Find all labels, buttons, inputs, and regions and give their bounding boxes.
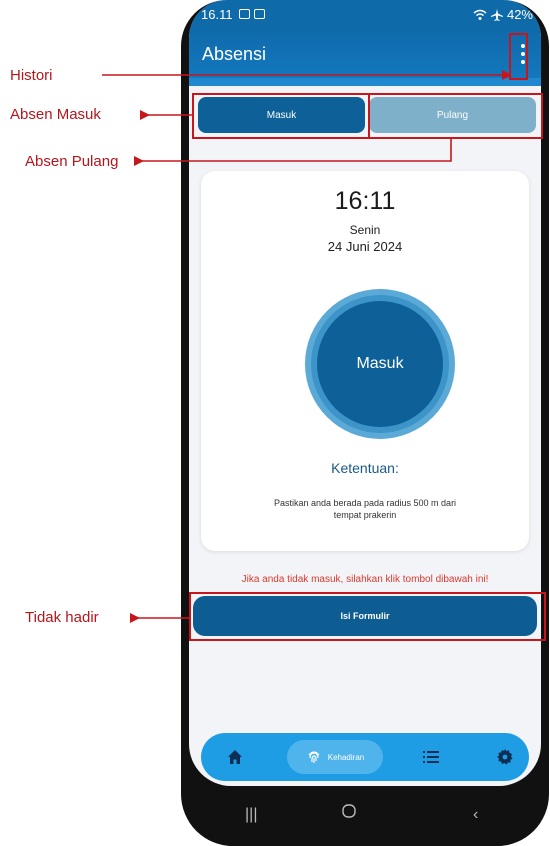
nav-item-kehadiran-label: Kehadiran (327, 752, 365, 762)
image-notification-icon (239, 9, 250, 19)
home-icon-svg (228, 750, 242, 764)
status-bar: 16.11 42% (189, 0, 541, 30)
rules-title: Ketentuan: (331, 460, 399, 476)
phone-frame: 16.11 42% Absensi Masuk Pulang 16:11 Sen… (181, 0, 549, 846)
annotation-absen-pulang: Absen Pulang (25, 153, 119, 170)
battery-level: 42% (506, 7, 533, 22)
status-time: 16.11 (201, 7, 233, 22)
tab-masuk[interactable]: Masuk (198, 97, 365, 133)
rules-text: Pastikan anda berada pada radius 500 m d… (273, 498, 457, 521)
app-bar-shadow (189, 78, 541, 86)
absence-warning: Jika anda tidak masuk, silahkan klik tom… (241, 574, 489, 585)
app-bar: Absensi (189, 30, 541, 78)
message-notification-icon (254, 9, 265, 19)
stage: Histori Absen Masuk Absen Pulang Tidak h… (0, 0, 550, 846)
status-right: 42% (473, 7, 533, 22)
bottom-nav: Kehadiran (201, 733, 529, 781)
nav-item-kehadiran[interactable]: Kehadiran (287, 740, 383, 774)
check-in-ring: Masuk (311, 295, 449, 433)
list-icon[interactable] (419, 745, 443, 769)
gear-icon-svg (497, 749, 513, 765)
home-circle-svg (342, 804, 356, 818)
annotation-histori: Histori (10, 67, 53, 84)
system-navigation-bar: ||| ‹ (189, 786, 541, 846)
gear-icon[interactable] (493, 745, 517, 769)
annotation-absen-masuk: Absen Masuk (10, 106, 101, 123)
attendance-card: 16:11 Senin 24 Juni 2024 Masuk Ketentuan… (201, 171, 529, 551)
wifi-icon (473, 9, 487, 20)
more-vertical-icon[interactable] (519, 44, 527, 64)
attendance-type-toggle: Masuk Pulang (198, 97, 536, 133)
page-title: Absensi (202, 44, 267, 64)
menu-dot (521, 52, 525, 56)
recent-apps-icon[interactable]: ||| (245, 806, 257, 824)
annotation-tidak-hadir: Tidak hadir (25, 609, 99, 626)
home-circle-icon[interactable] (341, 803, 357, 824)
current-date: 24 Juni 2024 (327, 239, 403, 254)
check-in-button[interactable]: Masuk (305, 289, 455, 439)
airplane-icon (490, 8, 503, 21)
fingerprint-icon (308, 751, 320, 763)
home-icon[interactable] (223, 745, 247, 769)
fill-form-button[interactable]: Isi Formulir (193, 596, 537, 636)
back-icon[interactable]: ‹ (473, 806, 478, 824)
menu-dot (521, 60, 525, 64)
status-notification-icons (239, 9, 265, 19)
list-icon-svg (423, 751, 439, 763)
clock-time: 16:11 (334, 187, 396, 215)
menu-dot (521, 44, 525, 48)
phone-screen: 16.11 42% Absensi Masuk Pulang 16:11 Sen… (189, 0, 541, 786)
tab-pulang[interactable]: Pulang (369, 97, 536, 133)
check-in-label: Masuk (317, 301, 443, 427)
day-name: Senin (349, 223, 381, 237)
